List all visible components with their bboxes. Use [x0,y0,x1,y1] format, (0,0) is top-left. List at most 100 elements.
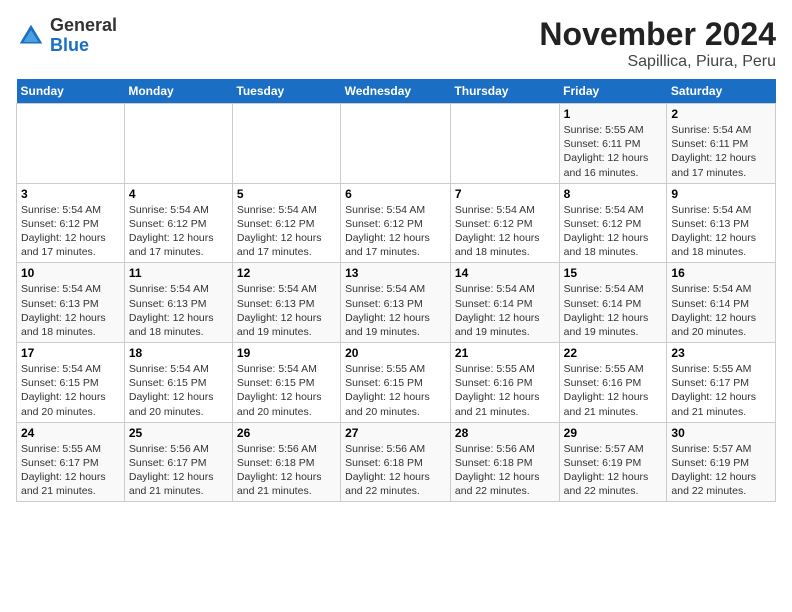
day-number: 13 [345,266,446,280]
calendar-cell: 22 Sunrise: 5:55 AM Sunset: 6:16 PM Dayli… [559,343,667,423]
calendar-cell: 1 Sunrise: 5:55 AM Sunset: 6:11 PM Daylig… [559,104,667,184]
day-info: Sunrise: 5:56 AM Sunset: 6:18 PM Dayligh… [345,442,446,499]
day-info: Sunrise: 5:54 AM Sunset: 6:13 PM Dayligh… [671,203,771,260]
day-number: 28 [455,426,555,440]
day-info: Sunrise: 5:54 AM Sunset: 6:12 PM Dayligh… [345,203,446,260]
day-info: Sunrise: 5:56 AM Sunset: 6:17 PM Dayligh… [129,442,228,499]
calendar-cell: 30Sunrise: 5:57 AM Sunset: 6:19 PM Dayli… [667,422,776,502]
weekday-header-saturday: Saturday [667,79,776,104]
day-number: 9 [671,187,771,201]
day-number: 18 [129,346,228,360]
calendar-cell [450,104,559,184]
day-number: 5 [237,187,336,201]
day-info: Sunrise: 5:54 AM Sunset: 6:15 PM Dayligh… [237,362,336,419]
day-number: 14 [455,266,555,280]
calendar-week-2: 3 Sunrise: 5:54 AM Sunset: 6:12 PM Daylig… [17,183,776,263]
day-number: 17 [21,346,120,360]
calendar-cell [17,104,125,184]
calendar-cell: 12 Sunrise: 5:54 AM Sunset: 6:13 PM Dayli… [232,263,340,343]
day-info: Sunrise: 5:54 AM Sunset: 6:12 PM Dayligh… [21,203,120,260]
calendar-body: 1 Sunrise: 5:55 AM Sunset: 6:11 PM Daylig… [17,104,776,502]
calendar-cell [232,104,340,184]
day-number: 15 [564,266,663,280]
weekday-header-thursday: Thursday [450,79,559,104]
day-number: 29 [564,426,663,440]
logo-blue: Blue [50,35,89,55]
day-info: Sunrise: 5:54 AM Sunset: 6:15 PM Dayligh… [21,362,120,419]
day-info: Sunrise: 5:54 AM Sunset: 6:14 PM Dayligh… [671,282,771,339]
weekday-header-friday: Friday [559,79,667,104]
weekday-header-sunday: Sunday [17,79,125,104]
location: Sapillica, Piura, Peru [539,53,776,71]
day-number: 19 [237,346,336,360]
calendar-cell: 7 Sunrise: 5:54 AM Sunset: 6:12 PM Daylig… [450,183,559,263]
calendar-cell: 20Sunrise: 5:55 AM Sunset: 6:15 PM Dayli… [341,343,451,423]
day-number: 4 [129,187,228,201]
weekday-header-row: SundayMondayTuesdayWednesdayThursdayFrid… [17,79,776,104]
day-number: 1 [564,107,663,121]
calendar-cell: 16 Sunrise: 5:54 AM Sunset: 6:14 PM Dayli… [667,263,776,343]
calendar-cell: 18Sunrise: 5:54 AM Sunset: 6:15 PM Dayli… [124,343,232,423]
calendar-cell: 8 Sunrise: 5:54 AM Sunset: 6:12 PM Daylig… [559,183,667,263]
calendar-cell: 29 Sunrise: 5:57 AM Sunset: 6:19 PM Dayli… [559,422,667,502]
day-info: Sunrise: 5:54 AM Sunset: 6:12 PM Dayligh… [564,203,663,260]
day-info: Sunrise: 5:55 AM Sunset: 6:17 PM Dayligh… [671,362,771,419]
day-number: 3 [21,187,120,201]
day-number: 10 [21,266,120,280]
calendar-week-5: 24 Sunrise: 5:55 AM Sunset: 6:17 PM Dayli… [17,422,776,502]
calendar-cell [124,104,232,184]
day-info: Sunrise: 5:54 AM Sunset: 6:12 PM Dayligh… [129,203,228,260]
calendar-cell: 27 Sunrise: 5:56 AM Sunset: 6:18 PM Dayli… [341,422,451,502]
calendar-cell: 5 Sunrise: 5:54 AM Sunset: 6:12 PM Daylig… [232,183,340,263]
calendar-table: SundayMondayTuesdayWednesdayThursdayFrid… [16,79,776,502]
day-number: 12 [237,266,336,280]
day-number: 27 [345,426,446,440]
weekday-header-tuesday: Tuesday [232,79,340,104]
logo-general: General [50,15,117,35]
day-number: 21 [455,346,555,360]
logo-icon [16,21,46,51]
day-number: 6 [345,187,446,201]
day-number: 30 [671,426,771,440]
calendar-week-3: 10 Sunrise: 5:54 AM Sunset: 6:13 PM Dayli… [17,263,776,343]
day-info: Sunrise: 5:55 AM Sunset: 6:17 PM Dayligh… [21,442,120,499]
calendar-cell: 21 Sunrise: 5:55 AM Sunset: 6:16 PM Dayli… [450,343,559,423]
day-info: Sunrise: 5:55 AM Sunset: 6:11 PM Dayligh… [564,123,663,180]
month-title: November 2024 [539,16,776,53]
title-block: November 2024 Sapillica, Piura, Peru [539,16,776,71]
day-info: Sunrise: 5:55 AM Sunset: 6:16 PM Dayligh… [564,362,663,419]
day-number: 24 [21,426,120,440]
weekday-header-monday: Monday [124,79,232,104]
day-number: 11 [129,266,228,280]
day-number: 16 [671,266,771,280]
day-info: Sunrise: 5:55 AM Sunset: 6:16 PM Dayligh… [455,362,555,419]
day-info: Sunrise: 5:54 AM Sunset: 6:14 PM Dayligh… [455,282,555,339]
page-header: General Blue November 2024 Sapillica, Pi… [16,16,776,71]
day-number: 20 [345,346,446,360]
logo: General Blue [16,16,117,56]
calendar-week-4: 17 Sunrise: 5:54 AM Sunset: 6:15 PM Dayli… [17,343,776,423]
calendar-cell: 6 Sunrise: 5:54 AM Sunset: 6:12 PM Daylig… [341,183,451,263]
calendar-cell: 25Sunrise: 5:56 AM Sunset: 6:17 PM Dayli… [124,422,232,502]
day-info: Sunrise: 5:56 AM Sunset: 6:18 PM Dayligh… [237,442,336,499]
day-info: Sunrise: 5:54 AM Sunset: 6:13 PM Dayligh… [345,282,446,339]
calendar-cell: 3 Sunrise: 5:54 AM Sunset: 6:12 PM Daylig… [17,183,125,263]
calendar-cell: 15Sunrise: 5:54 AM Sunset: 6:14 PM Dayli… [559,263,667,343]
day-info: Sunrise: 5:54 AM Sunset: 6:13 PM Dayligh… [237,282,336,339]
calendar-cell: 2Sunrise: 5:54 AM Sunset: 6:11 PM Daylig… [667,104,776,184]
day-number: 2 [671,107,771,121]
calendar-cell: 14 Sunrise: 5:54 AM Sunset: 6:14 PM Dayli… [450,263,559,343]
day-info: Sunrise: 5:54 AM Sunset: 6:12 PM Dayligh… [455,203,555,260]
calendar-cell: 17 Sunrise: 5:54 AM Sunset: 6:15 PM Dayli… [17,343,125,423]
day-number: 23 [671,346,771,360]
day-info: Sunrise: 5:56 AM Sunset: 6:18 PM Dayligh… [455,442,555,499]
day-number: 8 [564,187,663,201]
day-info: Sunrise: 5:57 AM Sunset: 6:19 PM Dayligh… [564,442,663,499]
day-info: Sunrise: 5:54 AM Sunset: 6:13 PM Dayligh… [129,282,228,339]
calendar-week-1: 1 Sunrise: 5:55 AM Sunset: 6:11 PM Daylig… [17,104,776,184]
day-info: Sunrise: 5:54 AM Sunset: 6:12 PM Dayligh… [237,203,336,260]
day-number: 7 [455,187,555,201]
calendar-cell: 23 Sunrise: 5:55 AM Sunset: 6:17 PM Dayli… [667,343,776,423]
calendar-cell: 26Sunrise: 5:56 AM Sunset: 6:18 PM Dayli… [232,422,340,502]
day-number: 22 [564,346,663,360]
